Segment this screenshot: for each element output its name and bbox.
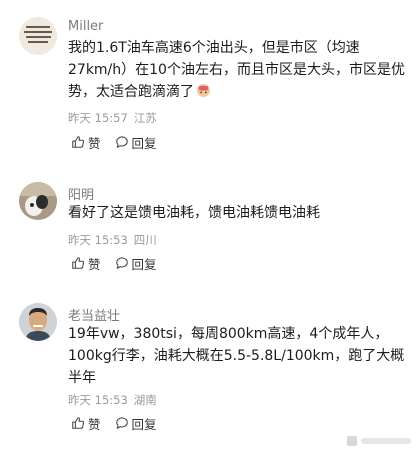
comment-meta: 昨天 15:53 湖南	[68, 392, 157, 408]
avatar[interactable]	[19, 303, 57, 341]
comment-actions: 赞 回复	[71, 414, 171, 432]
timestamp: 昨天 15:53	[68, 393, 128, 407]
location: 湖南	[133, 393, 157, 407]
reply-label: 回复	[131, 416, 157, 432]
comment-text: 19年vw，380tsi，每周800km高速，4个成年人，100kg行李，油耗大…	[68, 326, 405, 386]
watermark-logo	[347, 436, 411, 446]
like-button[interactable]: 赞	[71, 414, 101, 433]
thumbs-up-icon	[72, 417, 85, 429]
username[interactable]: 老当益壮	[68, 305, 120, 324]
speech-bubble-icon	[115, 417, 128, 429]
like-label: 赞	[88, 416, 101, 432]
comment-item: 老当益壮 19年vw，380tsi，每周800km高速，4个成年人，100kg行…	[0, 0, 419, 454]
reply-button[interactable]: 回复	[115, 414, 157, 433]
